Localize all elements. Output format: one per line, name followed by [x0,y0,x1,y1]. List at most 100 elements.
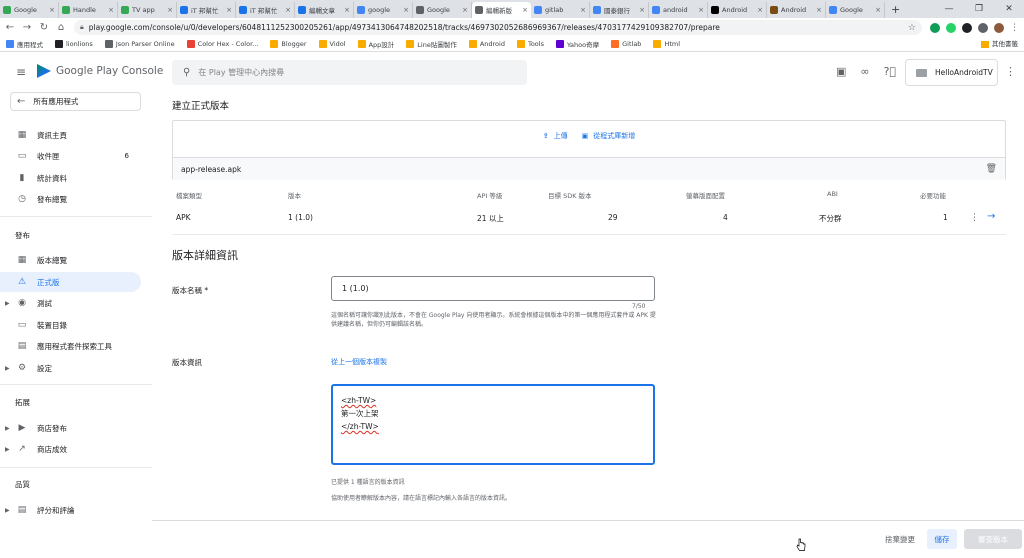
other-bookmarks[interactable]: 其他書籤 [981,37,1018,52]
browser-tab[interactable]: iT 邦幫忙 × [177,2,236,18]
profile-avatar[interactable] [994,22,1004,33]
minimize-icon[interactable]: — [934,0,964,18]
close-tab-icon[interactable]: × [757,6,763,14]
reload-icon[interactable]: ↻ [37,22,51,33]
bookmark-item[interactable]: App設計 [357,39,394,49]
new-tab-icon[interactable]: + [885,2,906,18]
expand-caret-icon[interactable]: ▶ [5,425,10,432]
discard-changes-button[interactable]: 捨棄變更 [880,529,920,549]
copy-from-previous-link[interactable]: 從上一個版本複製 [331,357,387,367]
hamburger-menu-icon[interactable]: ≡ [16,66,26,78]
extension-icon[interactable] [962,22,972,33]
browser-tab[interactable]: Android × [767,2,826,18]
close-tab-icon[interactable]: × [108,6,114,14]
address-bar[interactable]: 🔒︎ play.google.com/console/u/0/developer… [74,20,922,35]
close-tab-icon[interactable]: × [816,6,822,14]
bookmark-item[interactable]: Gitlab [611,40,641,48]
sidebar-item[interactable]: ▦ 版本總覽 [0,250,141,270]
help-icon[interactable]: ?⃝ [884,65,896,78]
close-tab-icon[interactable]: × [580,6,586,14]
browser-tab[interactable]: 國泰銀行 × [590,2,649,18]
puzzle-icon[interactable] [978,22,988,33]
all-apps-button[interactable]: ← 所有應用程式 [10,92,141,111]
extension-icon[interactable] [946,22,956,33]
close-tab-icon[interactable]: × [344,6,350,14]
review-release-button[interactable]: 審查版本 [964,529,1022,549]
bookmark-item[interactable]: 應用程式 [6,39,43,49]
extension-icon[interactable] [930,22,940,33]
save-button[interactable]: 儲存 [927,529,957,549]
delete-icon[interactable]: 🗑︎ [986,164,997,174]
arrow-back-icon: ← [17,96,26,107]
sidebar-item[interactable]: ▦ 資訊主頁 [0,125,141,145]
browser-tab[interactable]: 編輯文章 × [295,2,354,18]
play-console-logo[interactable]: Google Play Console [37,64,163,78]
close-window-icon[interactable]: ✕ [994,0,1024,18]
browser-tab[interactable]: TV app × [118,2,177,18]
browser-tab[interactable]: Google × [413,2,472,18]
bookmark-item[interactable]: Android [468,40,505,48]
close-tab-icon[interactable]: × [639,6,645,14]
upload-button[interactable]: ⇪ 上傳 [543,131,568,141]
close-tab-icon[interactable]: × [698,6,704,14]
star-icon[interactable]: ☆ [908,23,916,33]
bookmark-item[interactable]: Html [653,40,680,48]
release-name-input[interactable]: 1 (1.0) [331,276,655,301]
release-notes-textarea[interactable]: <zh-TW> 第一次上架 </zh-TW> [331,384,655,465]
sidebar-item[interactable]: ▶ ▤ 評分和評論 [0,500,141,520]
close-tab-icon[interactable]: × [522,6,528,14]
sidebar-item[interactable]: ▶ ▶ 商店發布 [0,418,141,438]
expand-caret-icon[interactable]: ▶ [5,300,10,307]
close-tab-icon[interactable]: × [49,6,55,14]
feedback-icon[interactable]: ▣ [836,65,846,78]
arrow-forward-icon[interactable]: → [987,211,995,222]
sidebar-item[interactable]: ▭ 裝置目錄 [0,315,141,335]
browser-tab[interactable]: iT 邦幫忙 × [236,2,295,18]
bookmark-item[interactable]: Tools [516,40,544,48]
sidebar-item[interactable]: ▶ ◉ 測試 [0,293,141,313]
maximize-icon[interactable]: ❐ [964,0,994,18]
close-tab-icon[interactable]: × [285,6,291,14]
bookmark-item[interactable]: Color Hex - Color... [186,40,258,48]
sidebar-item[interactable]: ▶ ↗ 商店成效 [0,439,141,459]
bookmark-item[interactable]: Vidol [318,40,346,48]
column-header: 必要功能 [920,192,946,200]
browser-tab[interactable]: android × [649,2,708,18]
more-vert-icon[interactable]: ⋮ [1005,65,1016,78]
expand-caret-icon[interactable]: ▶ [5,446,10,453]
more-vert-icon[interactable]: ⋮ [970,213,979,223]
expand-caret-icon[interactable]: ▶ [5,365,10,372]
back-icon[interactable]: ← [3,22,17,33]
close-tab-icon[interactable]: × [167,6,173,14]
browser-tab[interactable]: Google × [0,2,59,18]
expand-caret-icon[interactable]: ▶ [5,507,10,514]
menu-icon[interactable]: ⋮ [1010,23,1019,32]
add-from-library-button[interactable]: ▣ 從程式庫新增 [582,131,636,141]
sidebar-item[interactable]: ▤ 應用程式套件探索工具 [0,336,141,356]
sidebar-item[interactable]: ⚠ 正式版 [0,272,141,292]
browser-tab[interactable]: Handle × [59,2,118,18]
sidebar-item[interactable]: ◷ 發布總覽 [0,189,141,209]
search-input[interactable]: ⚲ 在 Play 管理中心內搜尋 [172,60,527,85]
home-icon[interactable]: ⌂ [54,22,68,33]
bookmark-item[interactable]: Blogger [270,40,307,48]
close-tab-icon[interactable]: × [875,6,881,14]
forward-icon[interactable]: → [20,22,34,33]
sidebar-item[interactable]: ▶ ⚙ 設定 [0,358,141,378]
bookmark-item[interactable]: Json Parser Online [104,40,175,48]
browser-tab[interactable]: gitlab × [531,2,590,18]
browser-tab[interactable]: 編輯新版 × [472,2,531,18]
bookmark-item[interactable]: Line貼圖製作 [406,39,457,49]
bookmark-item[interactable]: lionlions [55,40,93,48]
browser-tab[interactable]: Google × [826,2,885,18]
browser-tab[interactable]: Android × [708,2,767,18]
account-switcher[interactable]: HelloAndroidTV [905,59,998,86]
link-icon[interactable]: ∞ [860,65,869,78]
close-tab-icon[interactable]: × [462,6,468,14]
bookmark-item[interactable]: Yahoo奇摩 [555,39,599,49]
close-tab-icon[interactable]: × [403,6,409,14]
close-tab-icon[interactable]: × [226,6,232,14]
browser-tab[interactable]: google × [354,2,413,18]
sidebar-item[interactable]: ▭ 收件匣 6 [0,146,141,166]
sidebar-item[interactable]: ▮ 統計資料 [0,168,141,188]
